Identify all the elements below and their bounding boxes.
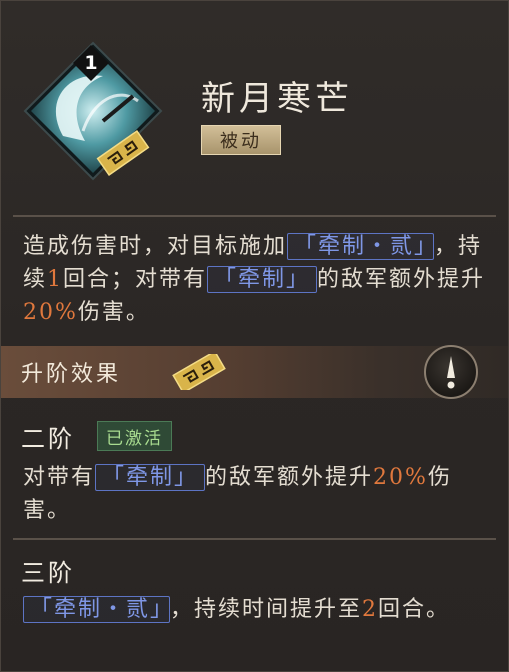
keyword-qianzhi-er[interactable]: 「牵制・贰」 — [287, 233, 435, 260]
damage-bonus-value: 20% — [23, 300, 78, 325]
stage-3-title: 三阶 — [21, 559, 75, 587]
skill-header: 1 新月寒芒 被动 — [1, 1, 508, 215]
upgrade-title: 升阶效果 — [21, 362, 122, 387]
info-button[interactable] — [424, 345, 478, 399]
skill-type-badge: 被动 — [201, 125, 281, 155]
header-divider — [13, 215, 496, 217]
stage-2-description: 对带有 「牵制」 的敌军额外提升20%伤害。 — [23, 464, 452, 523]
gold-seal-icon — [172, 354, 226, 390]
skill-detail-panel: 1 新月寒芒 被动 造成伤害时，对目标施加 「牵制・贰」 ，持续1回合；对带有 「牵制… — [0, 0, 509, 672]
skill-title: 新月寒芒 — [201, 79, 353, 119]
stage-2-status-badge: 已激活 — [97, 421, 172, 451]
skill-level-badge: 1 — [73, 45, 109, 81]
keyword-qianzhi-er[interactable]: 「牵制・贰」 — [23, 596, 171, 623]
skill-level: 1 — [84, 52, 98, 74]
stage-2-value: 20% — [373, 465, 428, 490]
stage-3-description: 「牵制・贰」 ，持续时间提升至2回合。 — [23, 593, 491, 626]
keyword-qianzhi[interactable]: 「牵制」 — [95, 464, 206, 491]
stage-2-title: 二阶 — [21, 425, 75, 453]
skill-description: 造成伤害时，对目标施加 「牵制・贰」 ，持续1回合；对带有 「牵制」 的敌军额外提升20… — [23, 233, 486, 325]
duration-value: 1 — [47, 267, 64, 292]
stage-3-value: 2 — [362, 597, 379, 622]
stage-divider — [13, 538, 496, 540]
exclamation-icon — [447, 356, 455, 389]
keyword-qianzhi[interactable]: 「牵制」 — [207, 266, 318, 293]
